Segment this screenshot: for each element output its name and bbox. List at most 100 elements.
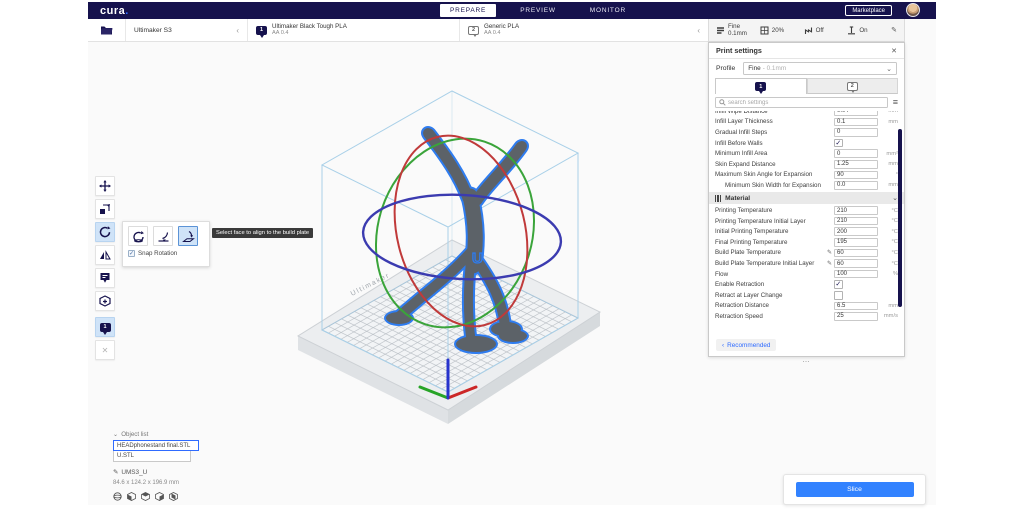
user-avatar[interactable] — [906, 3, 920, 17]
select-face-button[interactable] — [178, 226, 198, 246]
setting-value-input[interactable]: 60 — [834, 259, 878, 268]
setting-label: Retraction Distance — [715, 302, 834, 309]
setting-value-input[interactable]: 0.04 — [834, 111, 878, 116]
setting-checkbox[interactable]: ✓ — [834, 139, 843, 148]
setting-row[interactable]: Build Plate Temperature Initial Layer ✎ … — [709, 258, 904, 269]
setting-row[interactable]: Printing Temperature 210 °C — [709, 205, 904, 216]
setting-label: Enable Retraction — [715, 281, 834, 288]
print-settings-summary[interactable]: Fine 0.1mm 20% Off On ✎ — [708, 19, 905, 42]
extruder-2-tab[interactable]: 2 — [807, 78, 899, 94]
rotate-tool-button[interactable] — [95, 222, 115, 242]
scale-tool-button[interactable] — [95, 199, 115, 219]
settings-scrollbar[interactable] — [898, 129, 902, 307]
profile-dropdown[interactable]: Fine - 0.1mm ⌄ — [743, 62, 897, 75]
folder-icon — [100, 25, 113, 36]
move-tool-button[interactable] — [95, 176, 115, 196]
setting-value-input[interactable]: 60 — [834, 249, 878, 258]
setting-value-input[interactable]: 100 — [834, 270, 878, 279]
object-list-item[interactable]: U.STL — [113, 451, 191, 462]
material-section-header[interactable]: Material ⌄ — [709, 192, 904, 205]
tab-monitor[interactable]: MONITOR — [580, 4, 636, 17]
view-front-button[interactable] — [127, 492, 136, 501]
panel-resize-handle[interactable]: ⋯ — [708, 358, 905, 366]
setting-value-input[interactable]: 195 — [834, 238, 878, 247]
lay-flat-button[interactable] — [153, 226, 173, 246]
object-list-header[interactable]: ⌄ Object list — [113, 431, 223, 438]
setting-row[interactable]: Minimum Infill Area 0 mm² — [709, 148, 904, 159]
setting-value-input[interactable]: 0 — [834, 149, 878, 158]
view-top-button[interactable] — [141, 492, 150, 501]
snap-rotation-row[interactable]: ✓ Snap Rotation — [128, 250, 204, 257]
setting-value-input[interactable]: 6.5 — [834, 302, 878, 311]
setting-checkbox[interactable] — [834, 291, 843, 300]
tab-prepare[interactable]: PREPARE — [440, 4, 496, 17]
deselect-button[interactable]: ✕ — [95, 340, 115, 360]
extruder-1-selector[interactable]: 1 Ultimaker Black Tough PLA AA 0.4 — [248, 19, 460, 41]
slice-button[interactable]: Slice — [796, 482, 914, 497]
setting-row[interactable]: Skin Expand Distance 1.25 mm — [709, 159, 904, 170]
setting-value-input[interactable]: 210 — [834, 217, 878, 226]
setting-row[interactable]: Retraction Distance 6.5 mm — [709, 301, 904, 312]
search-settings-input[interactable] — [728, 100, 884, 106]
setting-row[interactable]: Final Printing Temperature 195 °C — [709, 237, 904, 248]
setting-value-input[interactable]: 1.25 — [834, 160, 878, 169]
setting-value-input[interactable]: 90 — [834, 171, 878, 180]
setting-row[interactable]: Enable Retraction ✓ — [709, 279, 904, 290]
edit-settings-icon[interactable]: ✎ — [891, 26, 897, 34]
setting-row[interactable]: Gradual Infill Steps 0 — [709, 127, 904, 138]
setting-value-input[interactable]: 210 — [834, 206, 878, 215]
view-right-button[interactable] — [169, 492, 178, 501]
setting-checkbox[interactable]: ✓ — [834, 280, 843, 289]
cura-window: cura. PREPARE PREVIEW MONITOR Marketplac… — [88, 2, 936, 505]
support-icon — [804, 26, 813, 35]
setting-value-input[interactable]: 25 — [834, 312, 878, 321]
setting-row[interactable]: Initial Printing Temperature 200 °C — [709, 226, 904, 237]
setting-row[interactable]: Flow 100 % — [709, 269, 904, 280]
summary-infill-label: 20% — [772, 27, 784, 34]
setting-unit: mm² — [878, 151, 898, 157]
printer-selector[interactable]: Ultimaker S3 ‹ — [126, 19, 248, 41]
recommended-button[interactable]: ‹ Recommended — [716, 339, 776, 351]
view-left-button[interactable] — [155, 492, 164, 501]
snap-rotation-checkbox[interactable]: ✓ — [128, 250, 135, 257]
setting-unit: mm — [878, 182, 898, 188]
per-model-settings-button[interactable] — [95, 268, 115, 288]
reset-rotation-button[interactable] — [128, 226, 148, 246]
open-file-button[interactable] — [88, 19, 126, 41]
support-blocker-button[interactable] — [95, 291, 115, 311]
close-icon[interactable]: ✕ — [891, 47, 897, 55]
setting-label: Minimum Skin Width for Expansion — [715, 182, 834, 189]
search-box[interactable] — [715, 97, 888, 108]
camera-view-buttons — [113, 492, 223, 501]
project-name-row[interactable]: ✎ UMS3_U — [113, 468, 223, 476]
setting-row[interactable]: Minimum Skin Width for Expansion 0.0 mm — [709, 180, 904, 191]
mirror-tool-button[interactable] — [95, 245, 115, 265]
setting-row[interactable]: Printing Temperature Initial Layer 210 °… — [709, 216, 904, 227]
setting-value-input[interactable]: 200 — [834, 227, 878, 236]
setting-row[interactable]: Retract at Layer Change — [709, 290, 904, 301]
setting-value-input[interactable]: 0.1 — [834, 118, 878, 127]
setting-row[interactable]: Retraction Speed 25 mm/s — [709, 311, 904, 322]
extruder-select-button[interactable]: 1 — [95, 317, 115, 337]
setting-value-input[interactable]: 0 — [834, 128, 878, 137]
search-icon — [719, 99, 726, 106]
print-settings-panel: Print settings ✕ Profile Fine - 0.1mm ⌄ … — [708, 42, 905, 357]
chevron-down-icon: ⌄ — [886, 65, 892, 73]
setting-row[interactable]: Maximum Skin Angle for Expansion 90 ° — [709, 170, 904, 181]
tab-preview[interactable]: PREVIEW — [510, 4, 566, 17]
settings-menu-icon[interactable]: ≡ — [893, 98, 898, 107]
extruder-1-tab[interactable]: 1 — [715, 78, 807, 94]
view-3d-button[interactable] — [113, 492, 122, 501]
summary-adhesion: On — [847, 26, 887, 35]
material-section-label: Material — [725, 195, 888, 202]
setting-value-input[interactable]: 0.0 — [834, 181, 878, 190]
setting-row[interactable]: Infill Layer Thickness 0.1 mm — [709, 117, 904, 128]
settings-list[interactable]: Infill Wipe Distance 0.04 mm Infill Laye… — [709, 111, 904, 329]
profile-value: Fine — [748, 65, 760, 72]
object-list-item[interactable]: HEADphonestand final.STL — [113, 440, 199, 451]
marketplace-button[interactable]: Marketplace — [845, 5, 892, 16]
extruder-2-selector[interactable]: 2 Generic PLA AA 0.4 ‹ — [460, 19, 708, 41]
setting-label: Final Printing Temperature — [715, 239, 834, 246]
setting-row[interactable]: Build Plate Temperature ✎ 60 °C — [709, 248, 904, 259]
setting-row[interactable]: Infill Before Walls ✓ — [709, 138, 904, 149]
